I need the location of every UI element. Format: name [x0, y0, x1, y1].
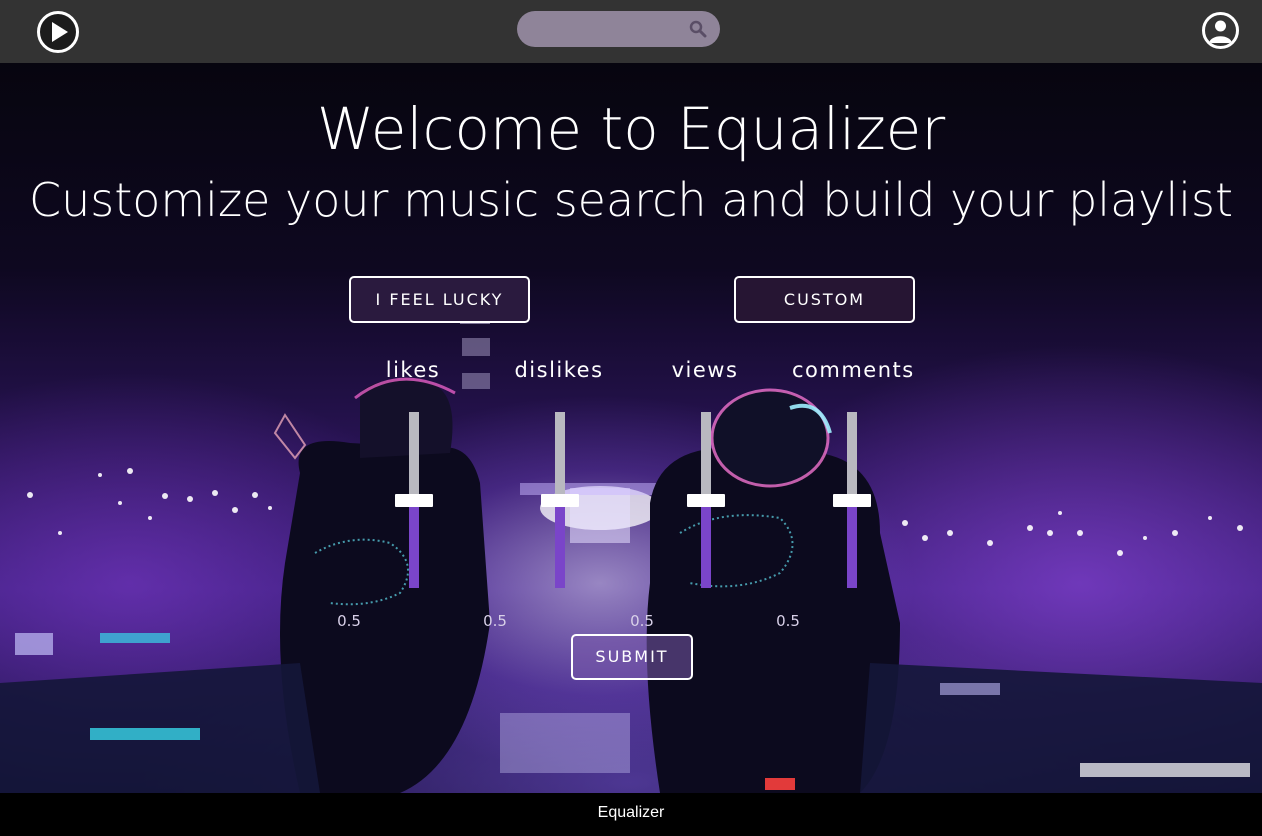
slider-views[interactable] — [686, 412, 726, 588]
custom-button[interactable]: CUSTOM — [734, 276, 915, 323]
slider-value-dislikes: 0.5 — [483, 612, 507, 630]
search-icon[interactable] — [689, 20, 707, 38]
slider-label-comments: comments — [792, 358, 915, 382]
slider-value-comments: 0.5 — [776, 612, 800, 630]
page-title: Welcome to Equalizer — [316, 95, 946, 163]
page-subtitle: Customize your music search and build yo… — [28, 173, 1234, 227]
slider-value-likes: 0.5 — [337, 612, 361, 630]
slider-thumb[interactable] — [395, 494, 433, 507]
slider-dislikes[interactable] — [540, 412, 580, 588]
hero-background: Welcome to Equalizer Customize your musi… — [0, 63, 1262, 793]
search-input[interactable] — [517, 11, 687, 47]
slider-fill — [409, 500, 419, 588]
slider-thumb[interactable] — [687, 494, 725, 507]
slider-thumb[interactable] — [833, 494, 871, 507]
slider-value-views: 0.5 — [630, 612, 654, 630]
footer: Equalizer — [0, 793, 1262, 836]
slider-comments[interactable] — [832, 412, 872, 588]
slider-fill — [701, 500, 711, 588]
slider-label-dislikes: dislikes — [514, 358, 604, 382]
slider-label-views: views — [671, 358, 739, 382]
slider-fill — [847, 500, 857, 588]
i-feel-lucky-button[interactable]: I FEEL LUCKY — [349, 276, 530, 323]
slider-thumb[interactable] — [541, 494, 579, 507]
submit-button[interactable]: SUBMIT — [571, 634, 693, 680]
user-circle-icon[interactable] — [1202, 12, 1239, 49]
slider-fill — [555, 500, 565, 588]
slider-label-likes: likes — [385, 358, 441, 382]
slider-likes[interactable] — [394, 412, 434, 588]
play-circle-icon[interactable] — [37, 11, 79, 53]
navbar — [0, 0, 1262, 63]
